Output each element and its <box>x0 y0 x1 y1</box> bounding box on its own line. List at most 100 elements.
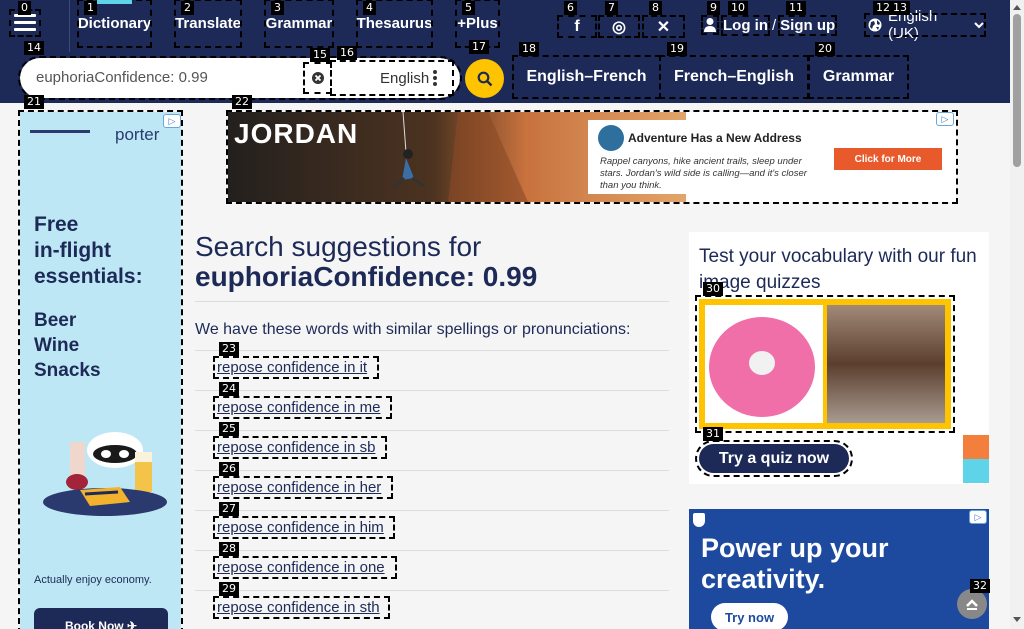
label-tag: 14 <box>24 41 44 55</box>
quiz-image[interactable] <box>695 295 955 433</box>
suggestion-link[interactable]: repose confidence in sb <box>213 436 387 459</box>
label-tag: 22 <box>232 95 252 109</box>
search-suggestions-section: Search suggestions for euphoriaConfidenc… <box>195 231 669 619</box>
search-icon <box>477 71 493 87</box>
label-tag: 24 <box>219 382 239 396</box>
book-now-button[interactable]: Book Now ✈ <box>34 608 168 629</box>
label-tag: 16 <box>337 46 357 60</box>
instagram-icon[interactable]: ◎ <box>598 15 640 38</box>
header-divider <box>69 0 70 52</box>
label-tag: 11 <box>786 1 806 15</box>
suggestion-link[interactable]: repose confidence in me <box>213 396 392 419</box>
label-tag: 18 <box>519 42 539 56</box>
tab-grammar[interactable]: Grammar <box>808 55 909 99</box>
label-tag: 29 <box>219 582 239 596</box>
book-now-label: Book Now <box>64 619 124 629</box>
label-tag: 17 <box>469 40 489 54</box>
label-tag: 32 <box>970 579 990 593</box>
user-icon[interactable] <box>701 15 719 35</box>
shield-icon <box>693 513 705 527</box>
label-tag: 13 <box>890 1 910 15</box>
banner-advertisement[interactable]: JORDAN Adventure Has a New Address Rappe… <box>226 110 958 204</box>
dictionary-language-select[interactable]: English <box>330 60 454 96</box>
suggestion-link[interactable]: repose confidence in him <box>213 516 395 539</box>
label-tag: 30 <box>703 282 723 296</box>
label-tag: 23 <box>219 342 239 356</box>
nav-grammar-label: Grammar <box>265 15 333 32</box>
label-tag: 10 <box>728 1 748 15</box>
tab-french-english[interactable]: French–English <box>659 55 809 99</box>
suggestion-link[interactable]: repose confidence in one <box>213 556 397 579</box>
suggestion-link[interactable]: repose confidence in it <box>213 356 379 379</box>
divider <box>195 470 669 471</box>
facebook-icon[interactable]: f <box>557 15 597 38</box>
label-tag: 19 <box>667 42 687 56</box>
click-for-more-button[interactable]: Click for More <box>834 148 942 170</box>
page-scrollbar[interactable] <box>1010 0 1024 629</box>
ad-line: essentials: <box>34 265 143 288</box>
adchoices-icon[interactable]: ▷ <box>969 510 987 524</box>
label-tag: 1 <box>84 1 97 15</box>
label-tag: 25 <box>219 422 239 436</box>
scroll-up-arrow-icon[interactable] <box>1013 5 1021 10</box>
divider <box>195 350 669 351</box>
scroll-down-arrow-icon[interactable] <box>1013 617 1021 622</box>
scrollbar-thumb[interactable] <box>1013 14 1021 167</box>
x-twitter-glyph: ✕ <box>656 18 671 36</box>
ad-line: in-flight <box>34 239 111 262</box>
divider <box>195 301 669 302</box>
more-options-icon <box>433 70 437 88</box>
language-selector[interactable]: English (UK) <box>864 8 986 42</box>
advertiser-logo: porter <box>115 125 160 144</box>
top-navigation-bar <box>0 0 1010 52</box>
suggestion-link[interactable]: repose confidence in her <box>213 476 393 499</box>
hamburger-menu-icon[interactable] <box>9 9 41 37</box>
login-link[interactable]: Log in <box>721 14 770 36</box>
ad-line: Free <box>34 213 79 236</box>
suggestions-intro: We have these words with similar spellin… <box>195 321 631 338</box>
label-tag: 6 <box>564 1 577 15</box>
ad-line: creativity. <box>701 564 826 594</box>
left-advertisement[interactable]: porter ▷ Free in-flight essentials: Beer… <box>18 110 183 629</box>
ad-list: Beer Wine Snacks <box>34 308 101 383</box>
tab-french-english-label: French–English <box>673 68 795 85</box>
search-button[interactable] <box>465 59 504 98</box>
right-advertisement[interactable]: ▷ Power up your creativity. Try now <box>689 509 989 629</box>
arrow-up-icon <box>965 597 979 611</box>
suggestion-link[interactable]: repose confidence in sth <box>213 596 390 619</box>
feedback-tab[interactable] <box>963 435 989 459</box>
label-tag: 31 <box>703 427 723 441</box>
x-twitter-icon[interactable]: ✕ <box>642 15 685 38</box>
donut-image <box>705 305 823 423</box>
label-tag: 28 <box>219 542 239 556</box>
share-tab[interactable] <box>963 459 989 483</box>
label-tag: 5 <box>462 1 475 15</box>
search-input[interactable] <box>36 69 306 86</box>
adchoices-icon[interactable]: ▷ <box>163 114 181 128</box>
divider <box>195 390 669 391</box>
ad-tagline: Actually enjoy economy. <box>34 574 152 586</box>
label-tag: 0 <box>18 1 31 15</box>
label-tag: 20 <box>815 42 835 56</box>
label-tag: 9 <box>707 1 720 15</box>
label-tag: 4 <box>363 1 376 15</box>
title-prefix: Search suggestions for <box>195 231 482 262</box>
ad-headline: Free in-flight essentials: <box>34 212 143 290</box>
label-tag: 26 <box>219 462 239 476</box>
try-quiz-button[interactable]: Try a quiz now <box>695 440 853 477</box>
ad-line: Wine <box>34 335 80 356</box>
label-tag: 3 <box>271 1 284 15</box>
back-to-top-button[interactable] <box>957 589 987 619</box>
signup-link[interactable]: Sign up <box>778 14 838 36</box>
clear-search-icon[interactable] <box>303 62 332 94</box>
adchoices-icon[interactable]: ▷ <box>936 112 954 126</box>
label-tag: 8 <box>649 1 662 15</box>
label-tag: 7 <box>605 1 618 15</box>
try-now-button[interactable]: Try now <box>711 603 788 629</box>
banner-body: Rappel canyons, hike ancient trails, sle… <box>600 156 807 191</box>
quiz-promo: Test your vocabulary with our fun image … <box>689 232 989 484</box>
nav-plus-label: +Plus <box>457 15 498 32</box>
tab-english-french[interactable]: English–French <box>512 55 661 99</box>
chevron-down-icon <box>974 21 984 29</box>
account-links: Log in / Sign up <box>701 14 838 36</box>
